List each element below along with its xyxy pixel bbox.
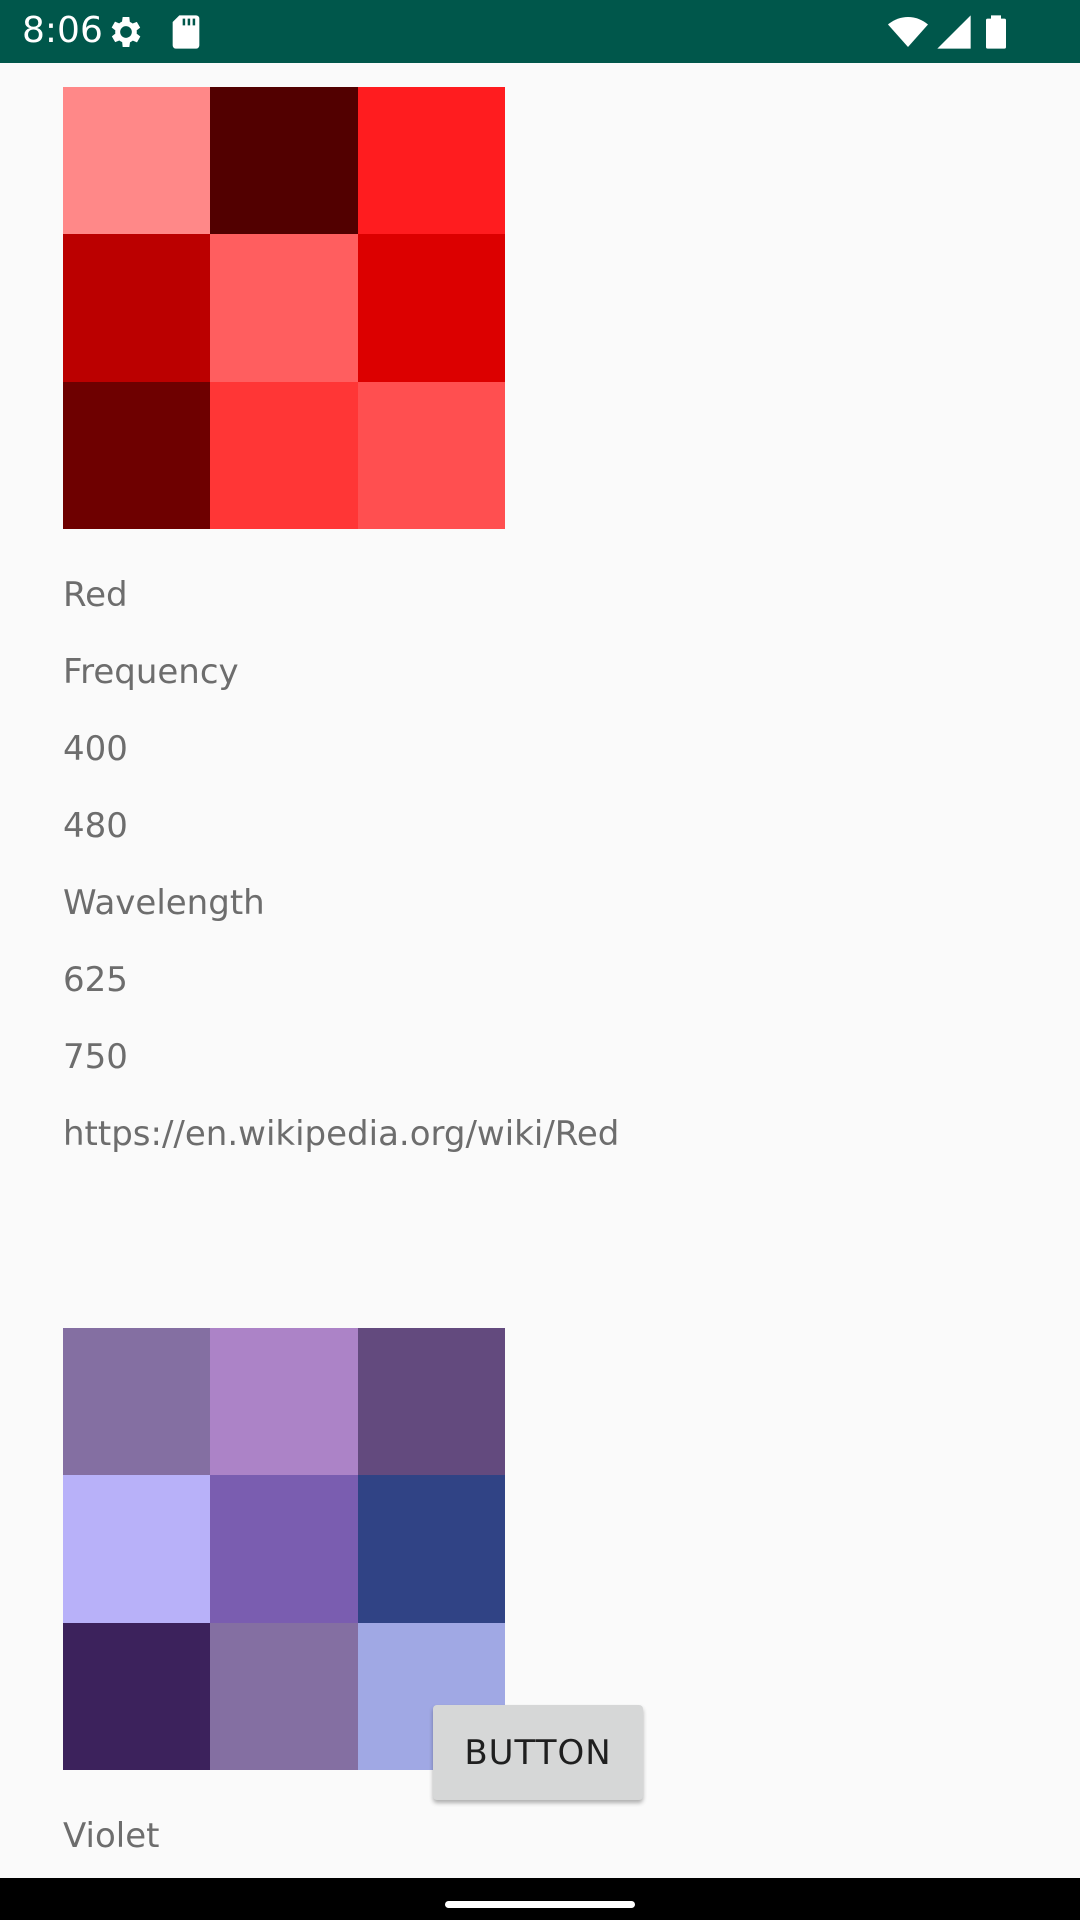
home-handle[interactable] — [445, 1901, 635, 1908]
battery-icon — [976, 12, 1016, 52]
swatch — [210, 381, 358, 529]
swatch — [357, 1475, 505, 1623]
settings-icon — [106, 12, 146, 52]
swatch — [210, 1475, 358, 1623]
swatch — [63, 1475, 211, 1623]
color-name: Violet — [63, 1816, 160, 1856]
swatch — [63, 234, 211, 382]
color-list[interactable]: Red Frequency 400 480 Wavelength 625 750… — [0, 63, 1080, 1878]
swatch — [210, 234, 358, 382]
wavelength-max: 750 — [63, 1037, 128, 1077]
wavelength-min: 625 — [63, 960, 128, 1000]
navigation-bar — [0, 1878, 1080, 1920]
wiki-url[interactable]: https://en.wikipedia.org/wiki/Red — [63, 1112, 619, 1156]
frequency-min: 400 — [63, 729, 128, 769]
swatch — [357, 87, 505, 235]
swatch — [357, 381, 505, 529]
cell-signal-icon — [934, 12, 974, 52]
swatch — [357, 234, 505, 382]
swatch — [63, 1328, 211, 1476]
swatch — [63, 1622, 211, 1770]
swatch — [357, 1328, 505, 1476]
status-time: 8:06 — [22, 10, 103, 51]
wavelength-label: Wavelength — [63, 883, 265, 923]
color-name: Red — [63, 575, 128, 615]
swatch — [63, 381, 211, 529]
swatch — [210, 87, 358, 235]
floating-button[interactable]: BUTTON — [433, 1705, 643, 1800]
sd-card-icon — [166, 12, 206, 52]
status-bar: 8:06 — [0, 0, 1080, 63]
frequency-max: 480 — [63, 806, 128, 846]
red-swatch-grid — [63, 87, 505, 529]
violet-swatch-grid — [63, 1328, 505, 1770]
frequency-label: Frequency — [63, 652, 239, 692]
swatch — [210, 1622, 358, 1770]
swatch — [63, 87, 211, 235]
wifi-icon — [888, 12, 928, 52]
swatch — [210, 1328, 358, 1476]
